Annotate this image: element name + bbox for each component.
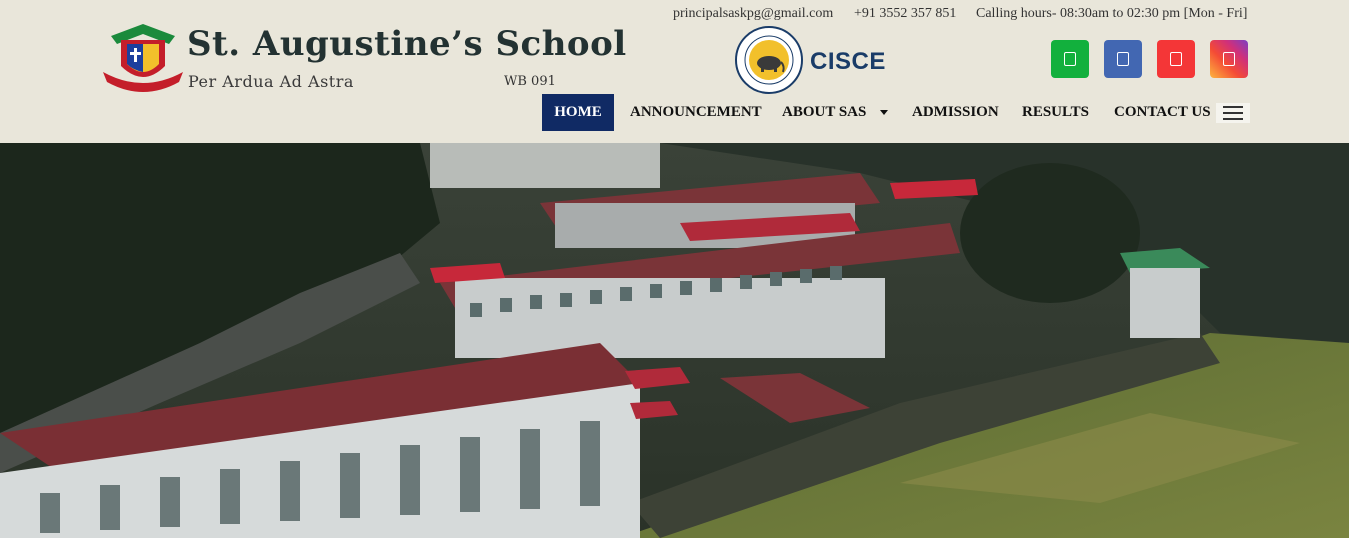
nav-admission[interactable]: ADMISSION (912, 94, 999, 131)
school-name[interactable]: St. Augustine’s School (187, 24, 627, 64)
facebook-icon (1117, 52, 1129, 66)
school-code: WB 091 (504, 74, 556, 89)
nav-results[interactable]: RESULTS (1022, 94, 1089, 131)
phone-button[interactable] (1051, 40, 1089, 78)
school-crest-logo[interactable] (103, 22, 183, 94)
nav-about-sas[interactable]: ABOUT SAS (782, 94, 889, 131)
cisce-label[interactable]: CISCE (810, 48, 886, 76)
facebook-button[interactable] (1104, 40, 1142, 78)
hamburger-icon[interactable] (1216, 103, 1250, 123)
cisce-seal-icon (735, 26, 803, 94)
youtube-button[interactable] (1157, 40, 1195, 78)
site-header: St. Augustine’s School Per Ardua Ad Astr… (0, 0, 1349, 143)
calling-hours: Calling hours- 08:30am to 02:30 pm [Mon … (976, 6, 1248, 21)
school-motto: Per Ardua Ad Astra (188, 72, 354, 91)
nav-about-label: ABOUT SAS (782, 104, 867, 120)
contact-phone[interactable]: +91 3552 357 851 (854, 6, 956, 22)
instagram-button[interactable] (1210, 40, 1248, 78)
contact-email-link[interactable]: principalsaskpg@gmail.com (673, 6, 833, 22)
phone-icon (1064, 52, 1076, 66)
nav-home[interactable]: HOME (542, 94, 614, 131)
youtube-icon (1170, 52, 1182, 66)
instagram-icon (1223, 52, 1235, 66)
chevron-down-icon (880, 110, 889, 115)
nav-announcement[interactable]: ANNOUNCEMENT (630, 94, 762, 131)
hero-campus-image (0, 143, 1349, 538)
nav-contact-us[interactable]: CONTACT US (1114, 94, 1211, 131)
